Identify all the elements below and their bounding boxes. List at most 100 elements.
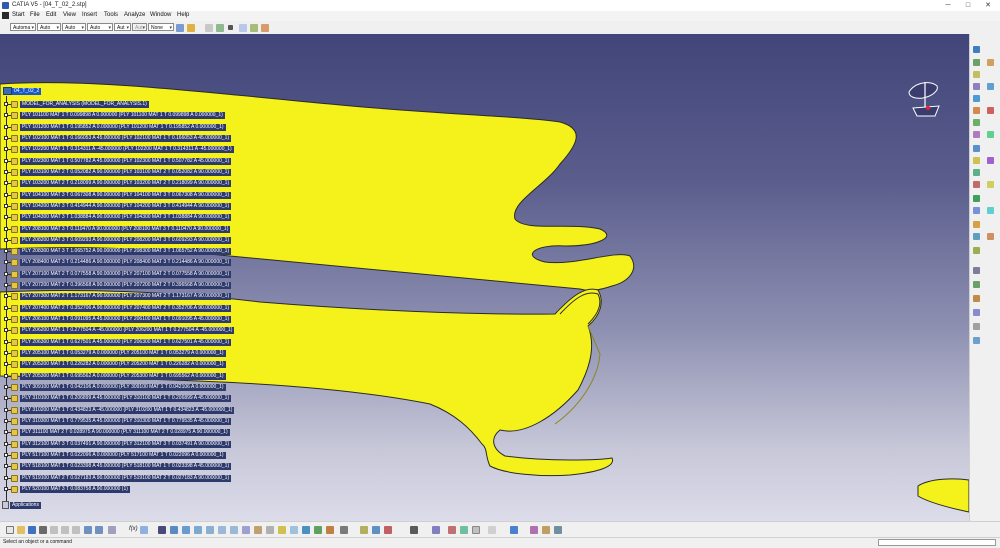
catalog-icon[interactable] <box>158 526 166 534</box>
tree-node-ply[interactable]: PLY 102200 MAT 1 T 0.314311 A -45.000000… <box>0 145 260 154</box>
projection-icon[interactable] <box>987 181 994 188</box>
tree-node-ply[interactable]: PLY 311100 MAT 2 T 0.028975 A 90.000000 … <box>0 428 260 437</box>
section-icon[interactable] <box>973 309 980 316</box>
tree-expand-toggle[interactable] <box>4 192 8 197</box>
tree-expand-toggle[interactable] <box>4 113 8 118</box>
tree-expand-toggle[interactable] <box>4 317 8 322</box>
tree-expand-toggle[interactable] <box>4 237 8 242</box>
multi-view-icon[interactable] <box>302 526 310 534</box>
line-icon[interactable] <box>239 24 247 32</box>
tree-applications-node[interactable]: Applications <box>2 501 82 510</box>
texture-icon[interactable] <box>542 526 550 534</box>
tree-node-label[interactable]: PLY 310300 MAT 1 T 0.779535 A 45.000000 … <box>20 417 232 425</box>
cut-icon[interactable] <box>50 526 58 534</box>
blend-icon[interactable] <box>973 119 980 126</box>
tree-node-model[interactable]: MODEL_FOR_ANALYSIS (MODEL_FOR_ANALYSIS.1… <box>0 100 260 109</box>
render-icon[interactable] <box>314 526 322 534</box>
tree-node-label[interactable]: PLY 205100 MAT 1 T 0.053279 A 0.000000 (… <box>20 350 226 358</box>
tree-node-label[interactable]: PLY 102100 MAT 1 T 0.166053 A 45.000000 … <box>20 134 232 142</box>
tree-node-label[interactable]: PLY 208200 MAT 3 T 0.609293 A 90.000000 … <box>20 236 232 244</box>
tree-node-label[interactable]: PLY 206100 MAT 1 T 0.091095 A 45.000000 … <box>20 316 232 324</box>
menu-edit[interactable]: Edit <box>46 12 56 18</box>
mirror-icon[interactable] <box>460 526 468 534</box>
tree-node-label[interactable]: PLY 518100 MAT 1 T 0.023398 A 45.000000 … <box>20 463 232 471</box>
copy-format-icon[interactable] <box>187 24 195 32</box>
tree-node-label[interactable]: PLY 103200 MAT 2 T 0.218099 A 90.000000 … <box>20 180 232 188</box>
extract-icon[interactable] <box>973 195 980 202</box>
tree-expand-toggle[interactable] <box>4 452 8 457</box>
tree-expand-toggle[interactable] <box>4 102 8 106</box>
hole-icon[interactable] <box>448 526 456 534</box>
tree-node-ply[interactable]: PLY 205300 MAT 1 T 0.695562 A 0.000000 (… <box>0 372 260 381</box>
line-type-select[interactable]: Auto <box>87 23 113 31</box>
minimize-button[interactable]: ─ <box>938 0 958 11</box>
tree-node-label[interactable]: PLY 520100 MAT 3 T 0.083758 A 90.000000 … <box>20 485 130 493</box>
tree-node-ply[interactable]: PLY 208100 MAT 3 T 0.110470 A 90.000000 … <box>0 225 260 234</box>
tangent-icon[interactable] <box>488 526 496 534</box>
offset-icon[interactable] <box>973 131 980 138</box>
tree-node-ply[interactable]: PLY 309100 MAT 1 T 0.042106 A 0.000000 (… <box>0 383 260 392</box>
whats-this-icon[interactable] <box>108 526 116 534</box>
tree-node-label[interactable]: PLY 104300 MAT 3 T 1.038884 A 90.000000 … <box>20 214 232 222</box>
connect-icon[interactable] <box>973 337 980 344</box>
tree-node-ply[interactable]: PLY 206100 MAT 1 T 0.091095 A 45.000000 … <box>0 315 260 324</box>
tree-expand-toggle[interactable] <box>4 271 8 276</box>
boolean-icon[interactable] <box>987 107 994 114</box>
tree-expand-toggle[interactable] <box>4 475 8 480</box>
tree-node-label[interactable]: PLY 205300 MAT 1 T 0.695562 A 0.000000 (… <box>20 372 226 380</box>
tree-node-ply[interactable]: PLY 208400 MAT 3 T 0.214486 A 90.000000 … <box>0 258 260 267</box>
fill-icon[interactable] <box>973 145 980 152</box>
catia-logo-icon[interactable] <box>2 12 9 19</box>
tree-root-label[interactable]: 04_T_02_2 <box>12 88 42 95</box>
tree-node-ply[interactable]: PLY 208300 MAT 3 T 1.065752 A 90.000000 … <box>0 247 260 256</box>
thickness-icon[interactable] <box>973 233 980 240</box>
intersection-icon[interactable] <box>987 207 994 214</box>
tree-node-label[interactable]: PLY 104200 MAT 3 T 0.414944 A 90.000000 … <box>20 202 232 210</box>
knowledge-icon[interactable] <box>140 526 148 534</box>
command-input[interactable] <box>878 539 996 546</box>
tools-icon[interactable] <box>987 59 994 66</box>
paste-icon[interactable] <box>72 526 80 534</box>
redo-icon[interactable] <box>95 526 103 534</box>
tree-node-label[interactable]: PLY 207300 MAT 2 T 1.173167 A 90.000000 … <box>20 293 232 301</box>
tree-node-label[interactable]: PLY 310100 MAT 1 T 0.206899 A 45.000000 … <box>20 395 232 403</box>
tree-node-label[interactable]: PLY 207100 MAT 2 T 0.077558 A 90.000000 … <box>20 270 232 278</box>
tree-expand-toggle[interactable] <box>4 169 8 174</box>
boundary-icon[interactable] <box>472 526 480 534</box>
tree-node-label[interactable]: PLY 102200 MAT 1 T 0.314311 A -45.000000… <box>20 146 234 154</box>
loft-icon[interactable] <box>973 107 980 114</box>
fit-all-icon[interactable] <box>182 526 190 534</box>
tree-expand-toggle[interactable] <box>4 441 8 446</box>
tree-expand-toggle[interactable] <box>4 373 8 378</box>
save-icon[interactable] <box>28 526 36 534</box>
law-icon[interactable] <box>973 323 980 330</box>
tree-node-ply[interactable]: PLY 517100 MAT 1 T 0.022096 A 0.000000 (… <box>0 451 260 460</box>
tree-node-ply[interactable]: PLY 104200 MAT 3 T 0.414944 A 90.000000 … <box>0 202 260 211</box>
workbench-icon[interactable] <box>973 46 980 53</box>
print-icon[interactable] <box>39 526 47 534</box>
tree-node-label[interactable]: PLY 208400 MAT 3 T 0.214486 A 90.000000 … <box>20 259 232 267</box>
scan-icon[interactable] <box>432 526 440 534</box>
menu-view[interactable]: View <box>63 12 76 18</box>
tree-node-ply[interactable]: PLY 205100 MAT 1 T 0.053279 A 0.000000 (… <box>0 349 260 358</box>
tree-node-label[interactable]: PLY 208300 MAT 3 T 1.065752 A 90.000000 … <box>20 248 232 256</box>
tree-expand-toggle[interactable] <box>4 339 8 344</box>
wireframe-icon[interactable] <box>987 157 994 164</box>
line-thickness-select[interactable]: Auto <box>62 23 86 31</box>
material-icon[interactable] <box>326 526 334 534</box>
shading-icon[interactable] <box>266 526 274 534</box>
tree-expand-toggle[interactable] <box>4 294 8 299</box>
tree-node-ply[interactable]: PLY 519100 MAT 2 T 0.027183 A 90.000000 … <box>0 474 260 483</box>
tree-node-ply[interactable]: PLY 207100 MAT 2 T 0.077558 A 90.000000 … <box>0 270 260 279</box>
tree-node-label[interactable]: PLY 311100 MAT 2 T 0.028975 A 90.000000 … <box>20 429 230 437</box>
tree-node-label[interactable]: MODEL_FOR_ANALYSIS (MODEL_FOR_ANALYSIS.1… <box>20 101 149 108</box>
format-painter-icon[interactable] <box>176 24 184 32</box>
new-icon[interactable] <box>6 526 14 534</box>
tree-expand-toggle[interactable] <box>4 407 8 412</box>
tree-node-label[interactable]: PLY 102300 MAT 1 T 0.507782 A 45.000000 … <box>20 157 232 165</box>
pan-icon[interactable] <box>194 526 202 534</box>
tree-node-ply[interactable]: PLY 312100 MAT 3 T 0.037491 A 90.000000 … <box>0 440 260 449</box>
tree-node-label[interactable]: PLY 103100 MAT 2 T 0.052082 A 90.000000 … <box>20 168 232 176</box>
measure-between-icon[interactable] <box>360 526 368 534</box>
close-button[interactable]: ✕ <box>978 0 998 11</box>
